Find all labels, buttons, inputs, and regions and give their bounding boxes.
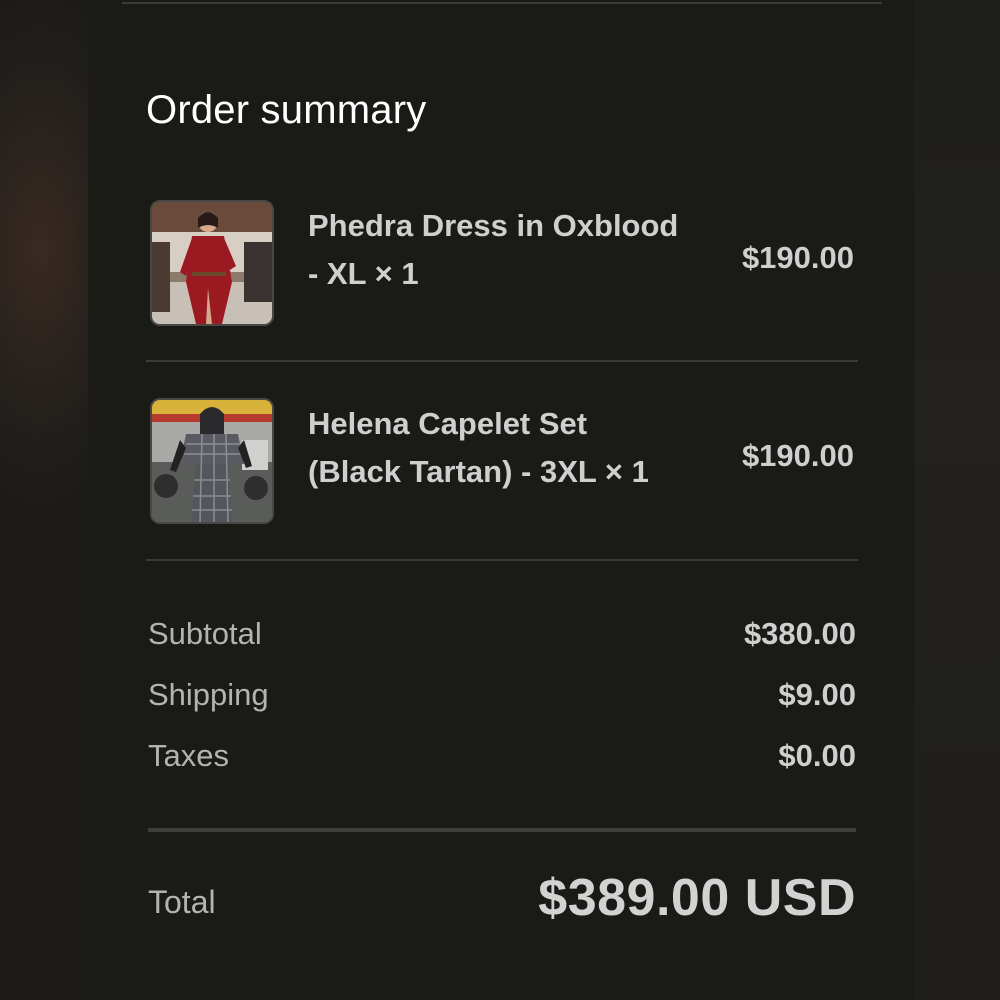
subtotal-label: Subtotal: [148, 616, 262, 651]
item-price: $190.00: [741, 438, 854, 473]
item-name-line-1: Phedra Dress in Oxblood: [308, 208, 679, 243]
item-name-line-1: Helena Capelet Set: [308, 406, 588, 441]
order-summary-title: Order summary: [146, 88, 427, 132]
item-name-line-2: - XL × 1: [308, 256, 419, 291]
taxes-row: Taxes $0.00: [148, 738, 856, 778]
item-name: Phedra Dress in Oxblood - XL × 1: [308, 202, 708, 298]
taxes-label: Taxes: [148, 738, 229, 773]
top-divider: [122, 2, 882, 4]
product-thumbnail-red-dress[interactable]: [150, 200, 274, 326]
total-value: $389.00 USD: [538, 869, 856, 927]
item-divider: [146, 360, 858, 362]
product-thumbnail-tartan-set[interactable]: [150, 398, 274, 524]
line-item[interactable]: Phedra Dress in Oxblood - XL × 1 $190.00: [146, 200, 858, 360]
total-divider: [148, 828, 856, 832]
taxes-value: $0.00: [778, 738, 856, 773]
shipping-row: Shipping $9.00: [148, 677, 856, 717]
shipping-label: Shipping: [148, 677, 269, 712]
item-price: $190.00: [741, 240, 854, 275]
background-right-edge: [912, 0, 1000, 1000]
subtotal-value: $380.00: [743, 616, 856, 651]
total-label: Total: [148, 884, 216, 920]
item-name-line-2: (Black Tartan) - 3XL × 1: [308, 454, 649, 489]
item-name: Helena Capelet Set (Black Tartan) - 3XL …: [308, 400, 708, 496]
subtotal-row: Subtotal $380.00: [148, 616, 856, 656]
shipping-value: $9.00: [778, 677, 856, 712]
background-left-edge: [0, 0, 90, 1000]
line-item[interactable]: Helena Capelet Set (Black Tartan) - 3XL …: [146, 398, 858, 558]
items-bottom-divider: [146, 559, 858, 561]
